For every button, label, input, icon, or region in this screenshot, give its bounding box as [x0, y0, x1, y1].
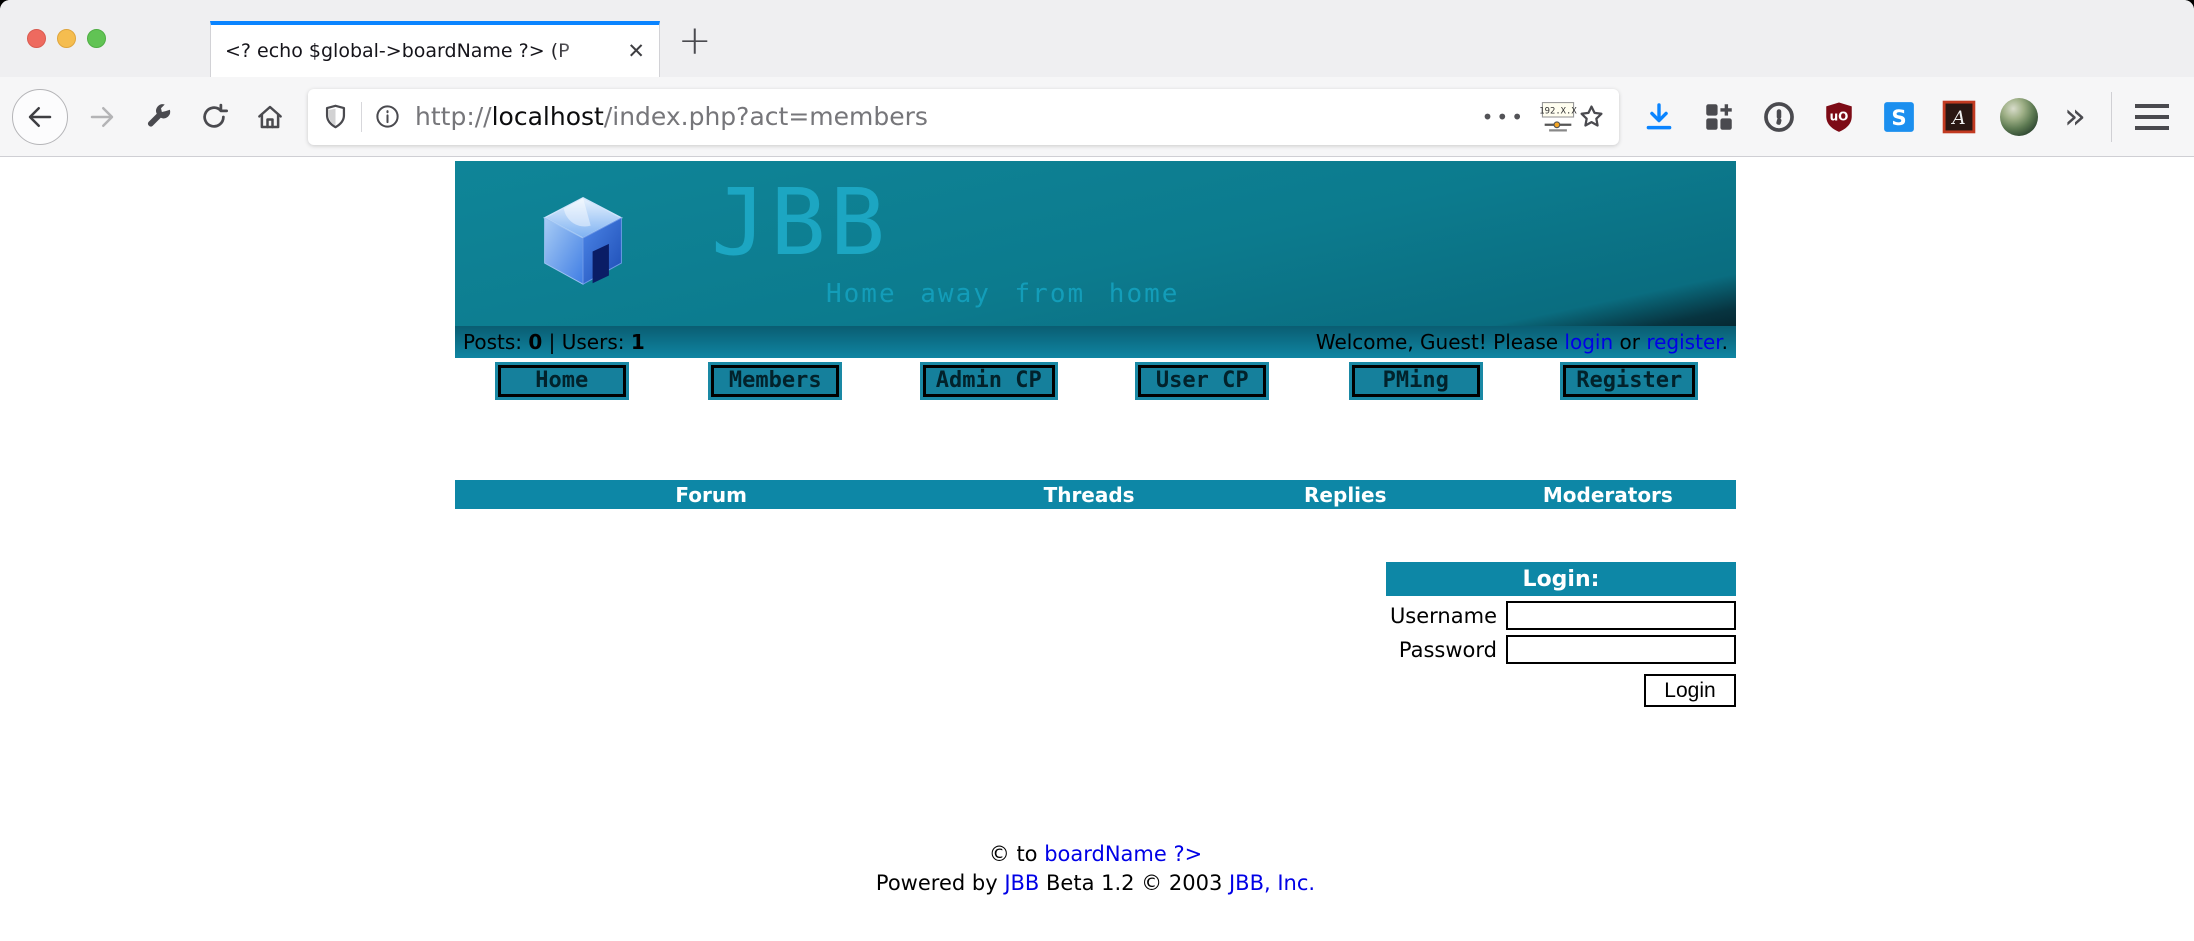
- svg-text:A: A: [1950, 108, 1965, 129]
- url-protocol: http://: [415, 102, 492, 131]
- register-link[interactable]: register: [1646, 330, 1721, 354]
- username-field[interactable]: [1506, 601, 1736, 630]
- ublock-shield-icon: uO: [1822, 100, 1856, 134]
- onepassword-button[interactable]: [1757, 95, 1801, 139]
- nav-home-button[interactable]: Home: [498, 365, 626, 397]
- nav-pming-button[interactable]: PMing: [1352, 365, 1480, 397]
- jbb-link[interactable]: JBB: [1004, 871, 1039, 895]
- macos-window-controls: [27, 29, 106, 48]
- tab-title: <? echo $global->boardName ?> (P: [225, 40, 621, 62]
- acrobat-button[interactable]: A: [1937, 95, 1981, 139]
- login-submit-button[interactable]: Login: [1644, 674, 1736, 707]
- column-moderators: Moderators: [1480, 483, 1736, 507]
- board-footer: © to boardName ?> Powered by JBB Beta 1.…: [455, 840, 1736, 898]
- back-button[interactable]: [12, 89, 68, 145]
- nav-register-button[interactable]: Register: [1563, 365, 1695, 397]
- login-box-title: Login:: [1386, 562, 1736, 596]
- app-menu-button[interactable]: [2130, 95, 2174, 139]
- overflow-menu-button[interactable]: »: [2057, 95, 2093, 139]
- reload-icon: [199, 102, 229, 132]
- svg-text:uO: uO: [1830, 109, 1849, 123]
- home-button[interactable]: [242, 89, 298, 145]
- board-slogan: Home away from home: [826, 279, 1179, 309]
- tab-bar: <? echo $global->boardName ?> (P ✕ +: [0, 0, 2194, 77]
- acrobat-icon: A: [1942, 100, 1976, 134]
- bookmark-star-icon[interactable]: [1578, 103, 1605, 130]
- forward-button[interactable]: [74, 89, 130, 145]
- wrench-icon: [143, 102, 173, 132]
- svg-text:192.X.X: 192.X.X: [1539, 106, 1577, 116]
- login-link[interactable]: login: [1564, 330, 1613, 354]
- users-count: 1: [631, 330, 645, 354]
- forum-table-header: Forum Threads Replies Moderators: [455, 480, 1736, 509]
- column-forum: Forum: [455, 483, 967, 507]
- tab-close-icon[interactable]: ✕: [621, 39, 645, 63]
- footer-copyright-line: © to boardName ?>: [455, 840, 1736, 869]
- welcome-message: Welcome, Guest! Please login or register…: [1316, 330, 1728, 354]
- grid-plus-icon: [1702, 100, 1736, 134]
- board-title: JBB: [711, 175, 889, 272]
- column-replies: Replies: [1211, 483, 1480, 507]
- home-icon: [255, 102, 285, 132]
- web-page: JBB Home away from home Posts: 0 | Users…: [0, 157, 2194, 940]
- svg-text:S: S: [1891, 105, 1906, 130]
- nav-admin-cp-button[interactable]: Admin CP: [923, 365, 1055, 397]
- ublock-origin-button[interactable]: uO: [1817, 95, 1861, 139]
- minimize-window-button[interactable]: [57, 29, 76, 48]
- posts-count: 0: [528, 330, 542, 354]
- stylish-button[interactable]: S: [1877, 95, 1921, 139]
- board-stats: Posts: 0 | Users: 1: [463, 330, 645, 354]
- developer-tools-button[interactable]: [130, 89, 186, 145]
- url-display[interactable]: http://localhost/index.php?act=members: [415, 102, 1470, 131]
- downloads-button[interactable]: [1637, 95, 1681, 139]
- onepassword-icon: [1762, 100, 1796, 134]
- password-field[interactable]: [1506, 635, 1736, 664]
- jbb-inc-link[interactable]: JBB, Inc.: [1229, 871, 1315, 895]
- close-window-button[interactable]: [27, 29, 46, 48]
- nav-members-button[interactable]: Members: [711, 365, 839, 397]
- avatar: [2000, 98, 2038, 136]
- username-label: Username: [1390, 604, 1497, 628]
- spacer: [455, 406, 1736, 480]
- board-banner: JBB Home away from home: [455, 161, 1736, 326]
- browser-tab[interactable]: <? echo $global->boardName ?> (P ✕: [210, 21, 660, 77]
- footer-powered-line: Powered by JBB Beta 1.2 © 2003 JBB, Inc.: [455, 869, 1736, 898]
- nav-button-row: Home Members Admin CP User CP PMing Regi…: [455, 358, 1736, 406]
- toolbar-separator: [2111, 92, 2112, 142]
- url-path: /index.php?act=members: [604, 102, 928, 131]
- extension-grid-plus-button[interactable]: [1697, 95, 1741, 139]
- back-icon: [25, 102, 55, 132]
- login-box: Login: Username Password Login: [1386, 562, 1736, 707]
- stats-bar: Posts: 0 | Users: 1 Welcome, Guest! Plea…: [455, 326, 1736, 358]
- forum-board: JBB Home away from home Posts: 0 | Users…: [455, 161, 1736, 898]
- hamburger-icon: [2135, 104, 2169, 130]
- reload-button[interactable]: [186, 89, 242, 145]
- password-label: Password: [1399, 638, 1497, 662]
- site-info-icon[interactable]: [374, 103, 401, 130]
- tracking-protection-shield-icon[interactable]: [322, 103, 349, 130]
- forward-icon: [87, 102, 117, 132]
- navigation-toolbar: http://localhost/index.php?act=members •…: [0, 77, 2194, 157]
- overflow-chevrons-icon: »: [2064, 99, 2086, 135]
- boardname-link[interactable]: boardName ?>: [1044, 842, 1202, 866]
- stylish-s-icon: S: [1882, 100, 1916, 134]
- new-tab-button[interactable]: +: [678, 18, 712, 64]
- nav-user-cp-button[interactable]: User CP: [1138, 365, 1266, 397]
- zoom-window-button[interactable]: [87, 29, 106, 48]
- jbb-logo-icon: [535, 192, 631, 288]
- page-actions-icon[interactable]: •••: [1482, 105, 1526, 129]
- network-extension-icon[interactable]: 192.X.X: [1538, 100, 1578, 134]
- column-threads: Threads: [967, 483, 1210, 507]
- url-host: localhost: [492, 102, 604, 131]
- browser-window: <? echo $global->boardName ?> (P ✕ + htt…: [0, 0, 2194, 941]
- download-icon: [1642, 100, 1676, 134]
- url-bar[interactable]: http://localhost/index.php?act=members •…: [308, 89, 1619, 145]
- urlbar-separator: [361, 102, 362, 132]
- profile-avatar-button[interactable]: [1997, 95, 2041, 139]
